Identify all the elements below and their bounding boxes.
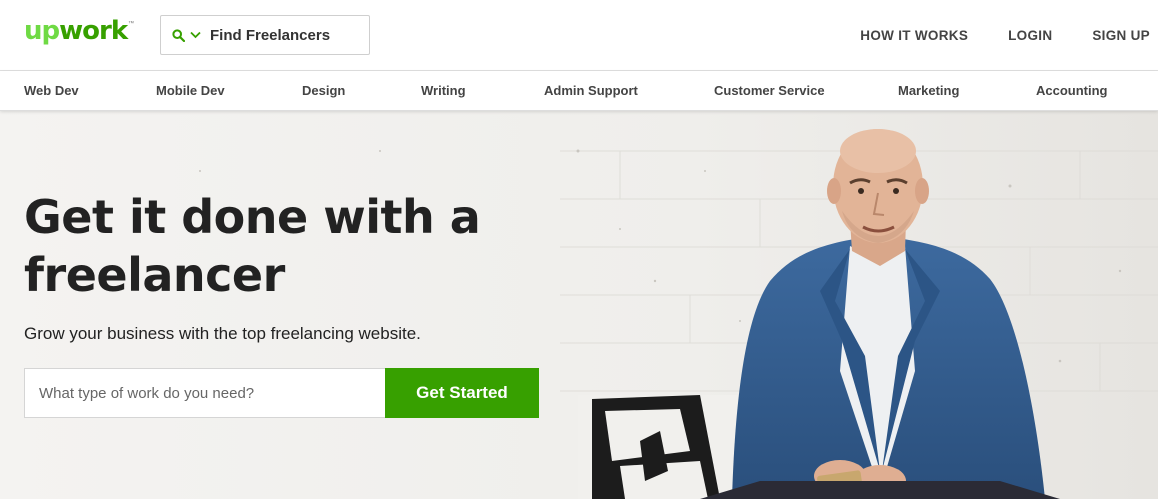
hero-subheadline: Grow your business with the top freelanc… — [24, 324, 421, 343]
category-web-dev[interactable]: Web Dev — [24, 83, 79, 98]
category-nav: Web Dev Mobile Dev Design Writing Admin … — [0, 71, 1158, 111]
category-admin-support[interactable]: Admin Support — [544, 83, 638, 98]
logo-suffix: work — [59, 16, 128, 46]
category-mobile-dev[interactable]: Mobile Dev — [156, 83, 225, 98]
how-it-works-link[interactable]: HOW IT WORKS — [860, 28, 968, 43]
chevron-down-icon[interactable] — [190, 29, 202, 41]
search-icon — [171, 28, 185, 42]
hero-background-image — [0, 111, 1158, 499]
category-accounting[interactable]: Accounting — [1036, 83, 1108, 98]
logo-trademark: ™ — [128, 21, 135, 27]
headline-line-1: Get it done with a — [24, 190, 481, 244]
category-design[interactable]: Design — [302, 83, 345, 98]
site-header: upwork ™ Find Freelancers HOW IT WORKS L… — [0, 0, 1158, 71]
headline-line-2: freelancer — [24, 248, 285, 302]
signup-link[interactable]: SIGN UP — [1092, 28, 1150, 43]
logo-prefix: up — [24, 16, 60, 46]
search-label: Find Freelancers — [210, 26, 331, 44]
top-navigation: HOW IT WORKS LOGIN SIGN UP — [860, 0, 1150, 71]
upwork-logo[interactable]: upwork ™ — [24, 16, 134, 52]
login-link[interactable]: LOGIN — [1008, 28, 1052, 43]
category-marketing[interactable]: Marketing — [898, 83, 959, 98]
get-started-button[interactable]: Get Started — [385, 368, 539, 418]
find-freelancers-search[interactable]: Find Freelancers — [160, 15, 370, 55]
work-search-input[interactable] — [24, 368, 386, 418]
hero-section: Get it done with a freelancer Grow your … — [0, 111, 1158, 499]
category-writing[interactable]: Writing — [421, 83, 466, 98]
category-customer-service[interactable]: Customer Service — [714, 83, 825, 98]
hero-headline: Get it done with a freelancer — [24, 188, 544, 304]
